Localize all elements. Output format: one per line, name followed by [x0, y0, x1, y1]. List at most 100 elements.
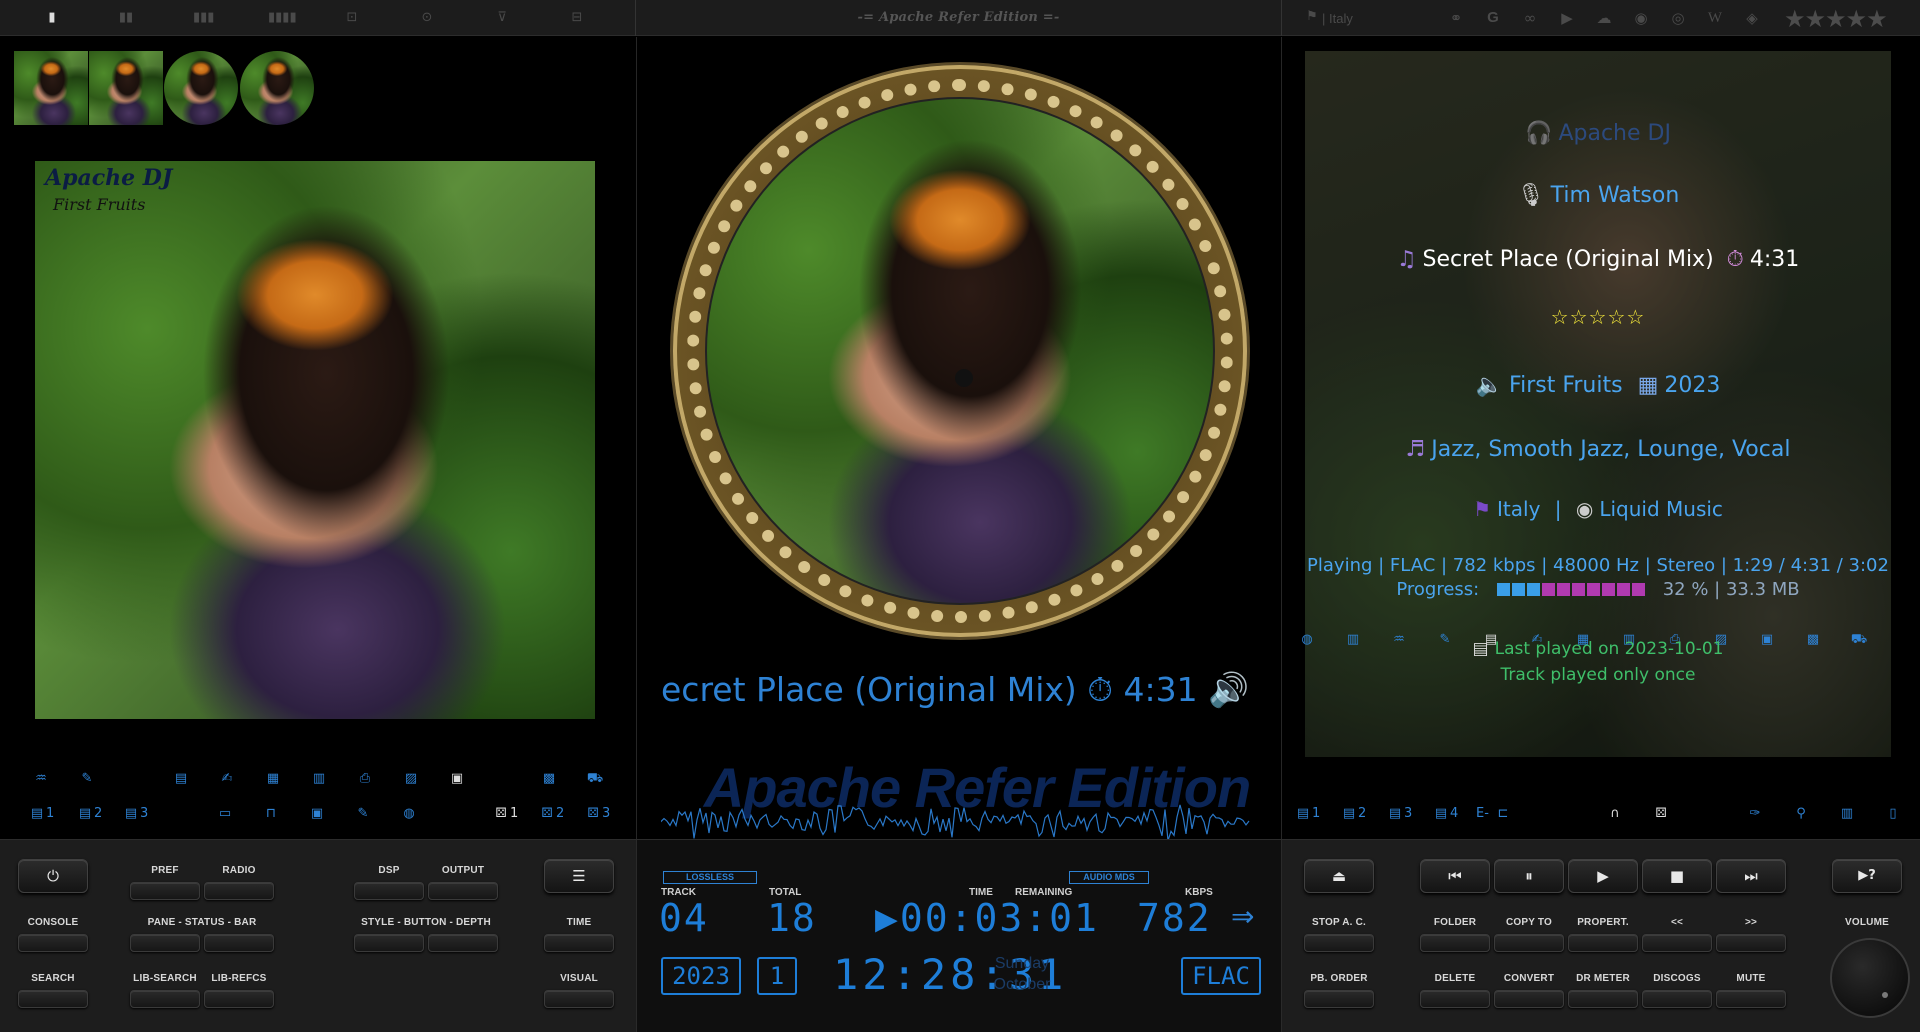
seek-back-button[interactable]	[1642, 934, 1712, 952]
mute-button[interactable]	[1716, 990, 1786, 1008]
remaining-time[interactable]: ▶00:03:01	[875, 898, 1099, 938]
export-icon[interactable]: ⊏	[1492, 805, 1514, 823]
discogs-button[interactable]	[1642, 990, 1712, 1008]
artist[interactable]: Tim Watson	[1551, 183, 1680, 208]
list-3-icon[interactable]: ▤	[1384, 805, 1406, 823]
save-icon[interactable]: ▦	[262, 770, 284, 788]
bar-4-icon[interactable]: ▮▮▮▮	[268, 10, 297, 26]
wikipedia-icon[interactable]: W	[1705, 8, 1725, 28]
print-icon[interactable]: ⎙	[354, 770, 376, 788]
edit-icon[interactable]: ✍	[216, 770, 238, 788]
eject-button[interactable]: ⏏	[1304, 859, 1374, 893]
search-icon[interactable]: ⚲	[1790, 805, 1812, 823]
lib-search-button[interactable]	[130, 990, 200, 1008]
youtube-icon[interactable]: ▶	[1557, 8, 1577, 28]
menu-button[interactable]: ☰	[544, 859, 614, 893]
record-label[interactable]: Liquid Music	[1599, 497, 1723, 521]
circle-dot-icon[interactable]: ⊙	[419, 10, 435, 26]
delete-button[interactable]	[1420, 990, 1490, 1008]
album-art[interactable]: Apache DJ First Fruits	[35, 161, 595, 719]
triangle-down-icon[interactable]: ⊽	[494, 10, 510, 26]
dice-1-icon[interactable]: ⚄	[490, 805, 512, 823]
soundcloud-icon[interactable]: ☁	[1594, 8, 1614, 28]
thumbnail-back[interactable]	[89, 51, 163, 125]
pref-button[interactable]	[130, 882, 200, 900]
time-button[interactable]	[544, 934, 614, 952]
bar-3-icon[interactable]: ▮▮▮	[193, 10, 214, 26]
dsp-button[interactable]	[354, 882, 424, 900]
thumbnail-front[interactable]	[14, 51, 88, 125]
google-icon[interactable]: G	[1483, 8, 1503, 28]
style-button[interactable]	[354, 934, 424, 952]
play-button[interactable]: ▶	[1568, 859, 1638, 893]
target-icon[interactable]: ◎	[1668, 8, 1688, 28]
pb-order-button[interactable]	[1304, 990, 1374, 1008]
pane-button[interactable]	[130, 934, 200, 952]
triangle-up-icon[interactable]: ⊡	[344, 10, 360, 26]
stop-button[interactable]: ■	[1642, 859, 1712, 893]
turntable-disc[interactable]	[673, 65, 1247, 637]
copy-to-button[interactable]	[1494, 934, 1564, 952]
globe-icon[interactable]: ◍	[398, 805, 420, 823]
album-artist[interactable]: Apache DJ	[1558, 121, 1671, 146]
dice-2-icon[interactable]: ⚄	[536, 805, 558, 823]
pin-icon[interactable]: ✑	[1744, 805, 1766, 823]
car-icon[interactable]: ⛟	[584, 770, 606, 788]
volume-knob[interactable]	[1830, 938, 1910, 1018]
repeat-arrow-icon[interactable]: ⇒	[1231, 900, 1254, 933]
list-4-icon[interactable]: ▤	[1430, 805, 1452, 823]
dice-3-icon[interactable]: ⚄	[582, 805, 604, 823]
export-label[interactable]: E-	[1476, 805, 1489, 823]
bar-2-icon[interactable]: ▮▮	[118, 10, 134, 26]
stop-ac-button[interactable]	[1304, 934, 1374, 952]
properties-button[interactable]	[1568, 934, 1638, 952]
podcast-icon[interactable]: ◈	[1742, 8, 1762, 28]
dice-icon[interactable]: ⚄	[1650, 805, 1672, 823]
lib-refcs-button[interactable]	[204, 990, 274, 1008]
folder-button[interactable]	[1420, 934, 1490, 952]
folder-icon[interactable]: ▭	[214, 805, 236, 823]
rating-line[interactable]: ☆☆☆☆☆	[1305, 305, 1891, 329]
list-1-icon[interactable]: ▤	[1292, 805, 1314, 823]
image-icon[interactable]: ▨	[400, 770, 422, 788]
lastfm-icon[interactable]: ∞	[1520, 8, 1540, 28]
file-icon[interactable]: ▤	[170, 770, 192, 788]
link-icon[interactable]: ⚭	[1446, 8, 1466, 28]
square-icon[interactable]: ⊟	[569, 10, 585, 26]
seek-forward-button[interactable]	[1716, 934, 1786, 952]
dr-meter-button[interactable]	[1568, 990, 1638, 1008]
search-button[interactable]	[18, 990, 88, 1008]
folder-save-icon[interactable]: ▥	[308, 770, 330, 788]
thumbnail-disc[interactable]	[164, 51, 238, 125]
track-rating[interactable]: ☆☆☆☆☆	[1551, 305, 1646, 329]
list-3-icon[interactable]: ▤	[120, 805, 142, 823]
list-2-icon[interactable]: ▤	[74, 805, 96, 823]
power-button[interactable]: ⏻	[18, 859, 88, 893]
radio-icon[interactable]: ▣	[306, 805, 328, 823]
list-1-icon[interactable]: ▤	[26, 805, 48, 823]
film-icon[interactable]: ▩	[538, 770, 560, 788]
radio-button[interactable]	[204, 882, 274, 900]
brush-icon[interactable]: ✎	[352, 805, 374, 823]
convert-button[interactable]	[1494, 990, 1564, 1008]
headphones-icon[interactable]: ∩	[1604, 805, 1626, 823]
bar-1-icon[interactable]: ▮	[44, 10, 60, 26]
next-button[interactable]: ⏭	[1716, 859, 1786, 893]
depth-button[interactable]	[428, 934, 498, 952]
status-bar-button[interactable]	[204, 934, 274, 952]
country[interactable]: Italy	[1497, 497, 1540, 521]
year[interactable]: 2023	[1664, 373, 1720, 398]
console-button[interactable]	[18, 934, 88, 952]
output-button[interactable]	[428, 882, 498, 900]
visual-button[interactable]	[544, 990, 614, 1008]
previous-button[interactable]: ⏮	[1420, 859, 1490, 893]
book-icon[interactable]: ⊓	[260, 805, 282, 823]
album[interactable]: First Fruits	[1509, 373, 1623, 398]
progress-bar[interactable]	[1496, 580, 1647, 601]
pause-button[interactable]: ⏸	[1494, 859, 1564, 893]
config-icon[interactable]: ▯	[1882, 805, 1904, 823]
genre[interactable]: Jazz, Smooth Jazz, Lounge, Vocal	[1431, 437, 1790, 462]
rating-stars[interactable]: ★★★★★	[1784, 5, 1888, 33]
spotify-icon[interactable]: ◉	[1631, 8, 1651, 28]
pen-icon[interactable]: ✎	[76, 770, 98, 788]
